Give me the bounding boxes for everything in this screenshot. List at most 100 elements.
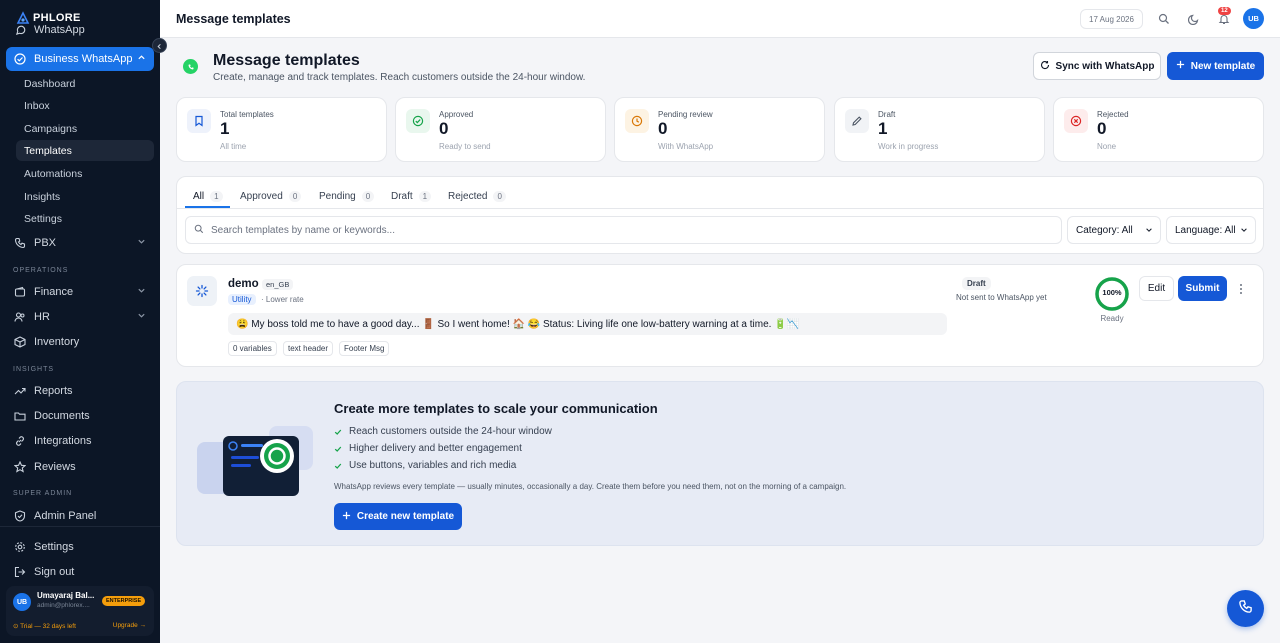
date-chip: 17 Aug 2026 bbox=[1080, 9, 1143, 29]
shield-icon bbox=[14, 510, 26, 522]
x-circle-icon bbox=[1064, 109, 1088, 133]
tab-all[interactable]: All 1 bbox=[193, 185, 223, 208]
promo-banner: Create more templates to scale your comm… bbox=[176, 381, 1264, 546]
sidebar-subitem-label: Dashboard bbox=[24, 77, 76, 90]
new-template-button[interactable]: New template bbox=[1167, 52, 1264, 80]
sidebar-item-integrations[interactable]: Integrations bbox=[6, 429, 154, 453]
folder-icon bbox=[14, 410, 26, 422]
sidebar-subitem-settings[interactable]: Settings bbox=[16, 208, 154, 229]
status-detail: Not sent to WhatsApp yet bbox=[956, 293, 1047, 302]
sidebar-item-settings[interactable]: Settings bbox=[6, 535, 154, 559]
moon-icon[interactable] bbox=[1187, 12, 1201, 26]
upgrade-link[interactable]: Upgrade → bbox=[113, 622, 146, 629]
stat-sub: All time bbox=[220, 142, 247, 151]
user-card[interactable]: UB Umayaraj Bal... admin@phlorex.... ENT… bbox=[6, 586, 154, 636]
trial-status: ⊙ Trial — 32 days left bbox=[13, 623, 76, 630]
tab-label: Draft bbox=[391, 191, 413, 202]
stat-card-approved[interactable]: Approved 0 Ready to send bbox=[395, 97, 606, 162]
chevron-up-icon[interactable] bbox=[137, 53, 146, 65]
template-card[interactable]: demo en_GB Utility · Lower rate 😩 My bos… bbox=[176, 264, 1264, 367]
gear-icon bbox=[14, 541, 26, 553]
call-fab-button[interactable] bbox=[1227, 590, 1264, 627]
plus-icon bbox=[342, 511, 351, 523]
check-circle-icon bbox=[406, 109, 430, 133]
chevron-down-icon[interactable] bbox=[137, 286, 146, 298]
stat-card-pending[interactable]: Pending review 0 With WhatsApp bbox=[614, 97, 825, 162]
sidebar-subitem-label: Automations bbox=[24, 167, 83, 180]
sidebar-item-reports[interactable]: Reports bbox=[6, 379, 154, 403]
sidebar-item-reviews[interactable]: Reviews bbox=[6, 455, 154, 479]
template-language-badge: en_GB bbox=[262, 279, 294, 290]
tab-rejected[interactable]: Rejected 0 bbox=[448, 185, 506, 208]
tab-label: Approved bbox=[240, 191, 283, 202]
stat-label: Total templates bbox=[220, 110, 274, 119]
chevron-down-icon[interactable] bbox=[137, 237, 146, 249]
sidebar-item-label: Finance bbox=[34, 286, 74, 298]
sidebar-item-hr[interactable]: HR bbox=[6, 305, 154, 329]
sidebar-item-label: HR bbox=[34, 311, 50, 323]
sidebar-subitem-dashboard[interactable]: Dashboard bbox=[16, 73, 154, 94]
sidebar-item-pbx[interactable]: PBX bbox=[6, 231, 154, 255]
sync-whatsapp-button[interactable]: Sync with WhatsApp bbox=[1033, 52, 1161, 80]
plan-badge: ENTERPRISE bbox=[102, 596, 146, 606]
submit-button[interactable]: Submit bbox=[1178, 276, 1227, 301]
sidebar-item-label: WhatsApp bbox=[34, 24, 85, 36]
sidebar-item-finance[interactable]: Finance bbox=[6, 280, 154, 304]
tab-pending[interactable]: Pending 0 bbox=[319, 185, 375, 208]
sidebar-collapse-button[interactable] bbox=[152, 38, 167, 53]
stat-card-rejected[interactable]: Rejected 0 None bbox=[1053, 97, 1264, 162]
tab-approved[interactable]: Approved 0 bbox=[240, 185, 302, 208]
stat-card-total[interactable]: Total templates 1 All time bbox=[176, 97, 387, 162]
sidebar-item-label: Reviews bbox=[34, 461, 76, 473]
notification-badge: 12 bbox=[1218, 7, 1231, 15]
edit-button[interactable]: Edit bbox=[1139, 276, 1174, 301]
language-select-value: Language: All bbox=[1175, 224, 1236, 236]
link-icon bbox=[14, 435, 26, 447]
sidebar-item-label: PBX bbox=[34, 237, 57, 249]
page-subtitle: Create, manage and track templates. Reac… bbox=[213, 72, 586, 83]
trend-up-icon bbox=[14, 385, 26, 397]
sidebar-subitem-inbox[interactable]: Inbox bbox=[16, 95, 154, 116]
check-icon bbox=[334, 462, 342, 470]
main-content: Message templates 17 Aug 2026 12 UB Mess… bbox=[160, 0, 1280, 643]
sidebar-item-documents[interactable]: Documents bbox=[6, 404, 154, 428]
template-chip-footer: Footer Msg bbox=[339, 341, 390, 356]
sidebar-subitem-templates[interactable]: Templates bbox=[16, 140, 154, 161]
tab-draft[interactable]: Draft 1 bbox=[391, 185, 432, 208]
more-options-icon[interactable] bbox=[1235, 282, 1247, 296]
readiness-label: Ready bbox=[1100, 314, 1124, 323]
avatar: UB bbox=[13, 593, 31, 611]
sidebar: PHLORE WhatsApp Business WhatsApp Dashbo… bbox=[0, 0, 160, 643]
sidebar-item-business-whatsapp[interactable]: Business WhatsApp bbox=[6, 47, 154, 71]
template-category-badge: Utility bbox=[228, 294, 256, 305]
sidebar-subitem-campaigns[interactable]: Campaigns bbox=[16, 118, 154, 139]
stat-value: 0 bbox=[439, 119, 449, 138]
template-preview: 😩 My boss told me to have a good day... … bbox=[228, 313, 947, 335]
stat-card-draft[interactable]: Draft 1 Work in progress bbox=[834, 97, 1045, 162]
plus-icon bbox=[1176, 60, 1185, 72]
sidebar-section-super-admin: SUPER ADMIN bbox=[13, 490, 73, 497]
star-icon bbox=[14, 461, 26, 473]
search-input[interactable] bbox=[211, 224, 1011, 236]
sidebar-item-sign-out[interactable]: Sign out bbox=[6, 560, 154, 584]
language-select[interactable]: Language: All bbox=[1166, 216, 1256, 244]
sidebar-subitem-insights[interactable]: Insights bbox=[16, 186, 154, 207]
search-box[interactable] bbox=[185, 216, 1062, 244]
promo-title: Create more templates to scale your comm… bbox=[334, 401, 658, 416]
avatar[interactable]: UB bbox=[1243, 8, 1264, 29]
sidebar-subitem-automations[interactable]: Automations bbox=[16, 163, 154, 184]
sidebar-subitem-label: Campaigns bbox=[24, 122, 78, 135]
search-icon[interactable] bbox=[1157, 12, 1171, 26]
sidebar-item-whatsapp[interactable]: WhatsApp bbox=[6, 22, 154, 38]
sidebar-subitem-label: Insights bbox=[24, 190, 61, 203]
category-select[interactable]: Category: All bbox=[1067, 216, 1161, 244]
sidebar-item-inventory[interactable]: Inventory bbox=[6, 330, 154, 354]
tab-divider bbox=[177, 208, 1263, 209]
chevron-down-icon[interactable] bbox=[137, 311, 146, 323]
sync-button-label: Sync with WhatsApp bbox=[1055, 60, 1155, 72]
sidebar-item-admin-panel[interactable]: Admin Panel bbox=[6, 504, 154, 528]
box-icon bbox=[14, 336, 26, 348]
create-new-template-button[interactable]: Create new template bbox=[334, 503, 462, 530]
refresh-icon bbox=[1040, 60, 1050, 73]
stat-label: Pending review bbox=[658, 110, 713, 119]
